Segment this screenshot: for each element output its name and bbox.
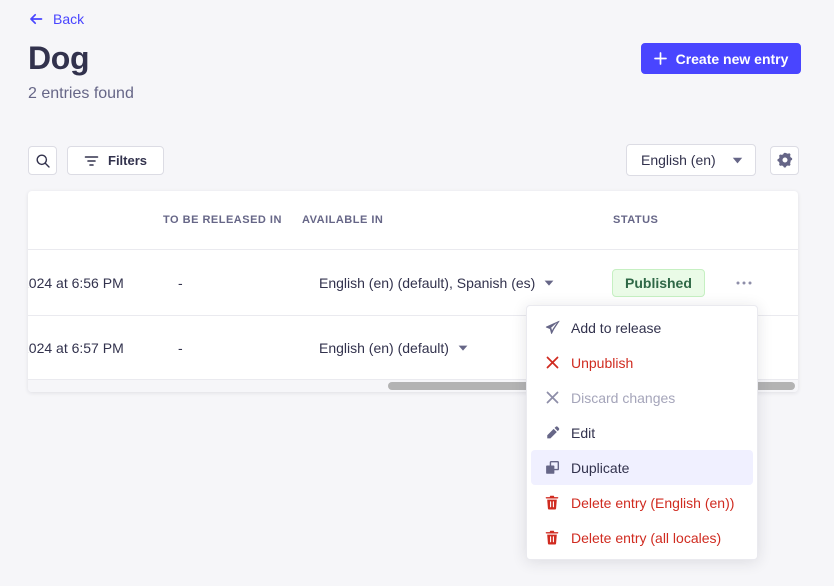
menu-item-label: Delete entry (all locales) bbox=[571, 530, 721, 546]
to-be-released-cell: - bbox=[178, 340, 183, 356]
menu-item-label: Add to release bbox=[571, 320, 661, 336]
available-in-dropdown[interactable]: English (en) (default) bbox=[319, 340, 468, 356]
column-header-status: STATUS bbox=[613, 214, 658, 226]
status-badge: Published bbox=[612, 269, 705, 297]
gear-icon bbox=[777, 152, 793, 168]
row-actions-button[interactable] bbox=[730, 269, 758, 297]
menu-item-delete-entry-locale[interactable]: Delete entry (English (en)) bbox=[531, 485, 753, 520]
column-header-available-in: AVAILABLE IN bbox=[302, 214, 383, 226]
cross-icon bbox=[544, 355, 560, 371]
locale-select-value: English (en) bbox=[641, 152, 716, 168]
menu-item-label: Discard changes bbox=[571, 390, 675, 406]
search-icon bbox=[35, 153, 51, 169]
available-in-value: English (en) (default) bbox=[319, 340, 449, 356]
entries-count: 2 entries found bbox=[28, 85, 134, 103]
updated-date-cell: 2024 at 6:57 PM bbox=[28, 340, 168, 356]
more-actions-icon bbox=[736, 281, 752, 285]
toolbar-right: English (en) bbox=[626, 144, 799, 176]
menu-item-label: Delete entry (English (en)) bbox=[571, 495, 734, 511]
to-be-released-cell: - bbox=[178, 275, 183, 291]
search-button[interactable] bbox=[28, 146, 57, 175]
create-new-entry-label: Create new entry bbox=[676, 51, 789, 67]
caret-down-icon bbox=[458, 345, 468, 351]
menu-item-delete-entry-all-locales[interactable]: Delete entry (all locales) bbox=[531, 520, 753, 555]
menu-item-label: Unpublish bbox=[571, 355, 633, 371]
filters-label: Filters bbox=[108, 153, 147, 168]
filters-button[interactable]: Filters bbox=[67, 146, 164, 175]
plus-icon bbox=[654, 52, 667, 65]
available-in-value: English (en) (default), Spanish (es) bbox=[319, 275, 535, 291]
filter-icon bbox=[84, 155, 99, 167]
menu-item-duplicate[interactable]: Duplicate bbox=[531, 450, 753, 485]
back-label: Back bbox=[53, 11, 84, 27]
duplicate-icon bbox=[544, 460, 560, 476]
trash-icon bbox=[544, 495, 560, 511]
status-cell: Published bbox=[612, 269, 705, 297]
back-link[interactable]: Back bbox=[28, 11, 84, 27]
locale-select[interactable]: English (en) bbox=[626, 144, 756, 176]
row-actions-menu: Add to release Unpublish Discard changes… bbox=[526, 305, 758, 560]
create-new-entry-button[interactable]: Create new entry bbox=[641, 43, 801, 74]
settings-button[interactable] bbox=[770, 146, 799, 175]
trash-icon bbox=[544, 530, 560, 546]
menu-item-discard-changes[interactable]: Discard changes bbox=[531, 380, 753, 415]
menu-item-label: Duplicate bbox=[571, 460, 629, 476]
menu-item-unpublish[interactable]: Unpublish bbox=[531, 345, 753, 380]
available-in-dropdown[interactable]: English (en) (default), Spanish (es) bbox=[319, 275, 554, 291]
menu-item-label: Edit bbox=[571, 425, 595, 441]
page-title: Dog bbox=[28, 40, 89, 77]
cross-icon bbox=[544, 390, 560, 406]
arrow-left-icon bbox=[28, 11, 44, 27]
toolbar-left: Filters bbox=[28, 146, 164, 175]
menu-item-add-to-release[interactable]: Add to release bbox=[531, 310, 753, 345]
caret-down-icon bbox=[732, 157, 743, 164]
caret-down-icon bbox=[544, 280, 554, 286]
column-header-to-be-released-in: TO BE RELEASED IN bbox=[163, 214, 282, 226]
pencil-icon bbox=[544, 425, 560, 441]
send-icon bbox=[544, 320, 560, 336]
table-header-row: TO BE RELEASED IN AVAILABLE IN STATUS bbox=[28, 191, 798, 249]
menu-item-edit[interactable]: Edit bbox=[531, 415, 753, 450]
updated-date-cell: 2024 at 6:56 PM bbox=[28, 275, 168, 291]
